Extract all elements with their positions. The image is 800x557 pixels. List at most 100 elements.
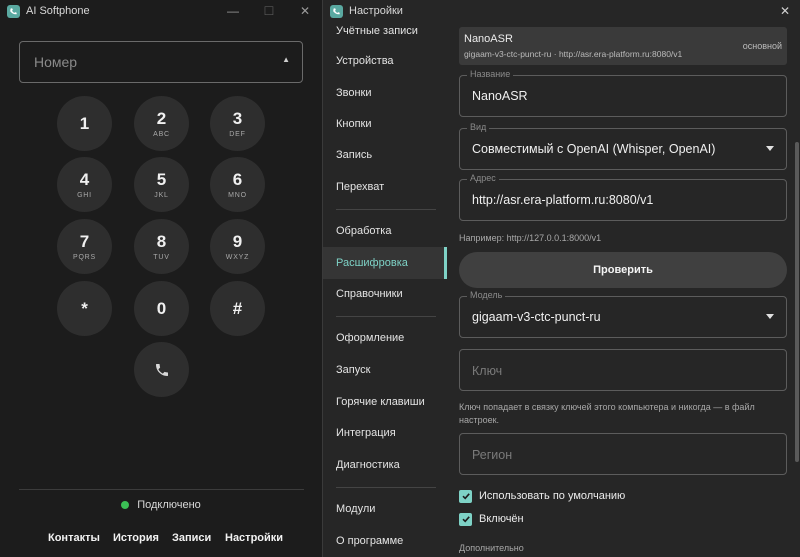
sidebar-item[interactable]: Справочники bbox=[323, 278, 447, 310]
keypad-key[interactable]: 1 bbox=[57, 96, 112, 151]
sidebar-item[interactable]: Модули bbox=[323, 493, 447, 525]
region-field-placeholder[interactable]: Регион bbox=[472, 448, 512, 462]
keypad-key[interactable]: 7 PQRS bbox=[57, 219, 112, 274]
maximize-button[interactable]: ☐ bbox=[254, 0, 284, 22]
sidebar-item[interactable]: Расшифровка bbox=[323, 247, 447, 279]
close-button[interactable]: ✕ bbox=[290, 0, 320, 22]
call-button[interactable] bbox=[134, 342, 189, 397]
sidebar-item[interactable]: Звонки bbox=[323, 77, 447, 109]
keypad-letters: GHI bbox=[77, 191, 92, 199]
sidebar-item[interactable]: Перехват bbox=[323, 171, 447, 203]
sidebar-divider bbox=[336, 487, 436, 488]
scrollbar-thumb[interactable] bbox=[795, 142, 799, 462]
keypad-key[interactable]: * bbox=[57, 281, 112, 336]
sidebar-item[interactable]: Кнопки bbox=[323, 108, 447, 140]
kind-select-label: Вид bbox=[467, 122, 490, 132]
address-field[interactable]: Адрес http://asr.era-platform.ru:8080/v1 bbox=[459, 173, 787, 221]
keypad-letters: TUV bbox=[153, 253, 170, 261]
keypad-digit: # bbox=[232, 298, 243, 318]
keypad-digit: 1 bbox=[79, 113, 90, 133]
name-field-value[interactable]: NanoASR bbox=[472, 89, 528, 103]
bottom-nav: Контакты История Записи Настройки bbox=[0, 532, 322, 546]
enabled-checkbox-label: Включён bbox=[479, 513, 524, 525]
sidebar-item[interactable]: Диагностика bbox=[323, 449, 447, 481]
keypad-digit: 9 bbox=[232, 231, 243, 251]
phone-window-title: AI Softphone bbox=[26, 5, 90, 17]
address-field-value[interactable]: http://asr.era-platform.ru:8080/v1 bbox=[472, 193, 653, 207]
dropdown-arrow-icon[interactable]: ▲ bbox=[282, 55, 290, 64]
default-checkbox-label: Использовать по умолчанию bbox=[479, 490, 626, 502]
sidebar-item[interactable]: Обработка bbox=[323, 215, 447, 247]
phone-titlebar: AI Softphone — ☐ ✕ bbox=[0, 0, 322, 22]
nav-contacts[interactable]: Контакты bbox=[48, 532, 100, 544]
check-button[interactable]: Проверить bbox=[459, 252, 787, 288]
keypad-key[interactable]: 9 WXYZ bbox=[210, 219, 265, 274]
nav-recordings[interactable]: Записи bbox=[172, 532, 211, 544]
sidebar-item[interactable]: Горячие клавиши bbox=[323, 386, 447, 418]
default-checkbox-row[interactable]: Использовать по умолчанию bbox=[459, 489, 625, 503]
minimize-button[interactable]: — bbox=[218, 0, 248, 22]
sidebar-item[interactable]: О программе bbox=[323, 525, 447, 557]
softphone-window: AI Softphone — ☐ ✕ ▲ 1 2 ABC 3 DEF 4 GHI 5 JKL 6 M… bbox=[0, 0, 322, 557]
keypad-key[interactable]: 4 GHI bbox=[57, 157, 112, 212]
sidebar-item[interactable]: Интеграция bbox=[323, 417, 447, 449]
key-field[interactable]: Ключ bbox=[459, 349, 787, 391]
sidebar-item[interactable]: Устройства bbox=[323, 45, 447, 77]
provider-card[interactable]: NanoASR gigaam-v3-ctc-punct-ru · http://… bbox=[459, 27, 787, 65]
keypad-digit: 3 bbox=[232, 108, 243, 128]
kind-select-value[interactable]: Совместимый с OpenAI (Whisper, OpenAI) bbox=[472, 142, 715, 156]
key-field-placeholder[interactable]: Ключ bbox=[472, 364, 502, 378]
app-logo-icon bbox=[7, 4, 20, 18]
connection-status: Подключено bbox=[0, 499, 322, 511]
address-hint: Например: http://127.0.0.1:8000/v1 bbox=[459, 233, 602, 243]
name-field[interactable]: Название NanoASR bbox=[459, 69, 787, 117]
keypad-letters: JKL bbox=[154, 191, 169, 199]
number-input-field[interactable]: ▲ bbox=[19, 41, 303, 83]
settings-scrollbar[interactable] bbox=[793, 22, 800, 557]
sidebar-item[interactable]: Учётные записи bbox=[323, 15, 447, 47]
keypad-key[interactable]: 3 DEF bbox=[210, 96, 265, 151]
settings-close-button[interactable]: ✕ bbox=[770, 0, 800, 22]
settings-sidebar: Учётные записи Устройства Звонки Кнопки Запи… bbox=[323, 22, 447, 557]
settings-window: Настройки ✕ Учётные записи Устройства Звон… bbox=[322, 0, 800, 557]
keypad-digit: 4 bbox=[79, 169, 90, 189]
enabled-checkbox-row[interactable]: Включён bbox=[459, 512, 524, 526]
chevron-down-icon[interactable] bbox=[766, 146, 774, 151]
sidebar-item[interactable]: Запись bbox=[323, 139, 447, 171]
sidebar-divider bbox=[336, 209, 436, 210]
model-select-value[interactable]: gigaam-v3-ctc-punct-ru bbox=[472, 310, 601, 324]
sidebar-item[interactable]: Оформление bbox=[323, 322, 447, 354]
model-select-label: Модель bbox=[467, 290, 506, 300]
phone-divider bbox=[19, 489, 304, 490]
checkbox-checked-icon[interactable] bbox=[459, 489, 472, 503]
nav-settings[interactable]: Настройки bbox=[225, 532, 283, 544]
nav-history[interactable]: История bbox=[113, 532, 159, 544]
status-dot-icon bbox=[121, 501, 130, 509]
keypad-key[interactable]: 5 JKL bbox=[134, 157, 189, 212]
keypad-digit: 8 bbox=[156, 231, 167, 251]
keypad-key[interactable]: # bbox=[210, 281, 265, 336]
keypad-digit: * bbox=[81, 298, 88, 318]
keypad-letters: MNO bbox=[228, 191, 247, 199]
keypad-letters: WXYZ bbox=[225, 253, 250, 261]
provider-name: NanoASR bbox=[464, 33, 513, 45]
sidebar-item[interactable]: Запуск bbox=[323, 354, 447, 386]
keypad-key[interactable]: 6 MNO bbox=[210, 157, 265, 212]
phone-icon bbox=[155, 363, 168, 376]
keypad-key[interactable]: 8 TUV bbox=[134, 219, 189, 274]
keypad-letters: ABC bbox=[153, 130, 170, 138]
chevron-down-icon[interactable] bbox=[766, 314, 774, 319]
model-select[interactable]: Модель gigaam-v3-ctc-punct-ru bbox=[459, 290, 787, 338]
number-input[interactable] bbox=[32, 53, 276, 71]
keypad-digit: 5 bbox=[156, 169, 167, 189]
region-field[interactable]: Регион bbox=[459, 433, 787, 475]
address-field-label: Адрес bbox=[467, 173, 499, 183]
sidebar-divider bbox=[336, 316, 436, 317]
kind-select[interactable]: Вид Совместимый с OpenAI (Whisper, OpenA… bbox=[459, 122, 787, 170]
name-field-label: Название bbox=[467, 69, 514, 79]
keypad-key[interactable]: 0 bbox=[134, 281, 189, 336]
checkbox-checked-icon[interactable] bbox=[459, 512, 472, 526]
keypad-key[interactable]: 2 ABC bbox=[134, 96, 189, 151]
advanced-section-label: Дополнительно bbox=[459, 543, 524, 553]
status-text: Подключено bbox=[137, 499, 201, 511]
